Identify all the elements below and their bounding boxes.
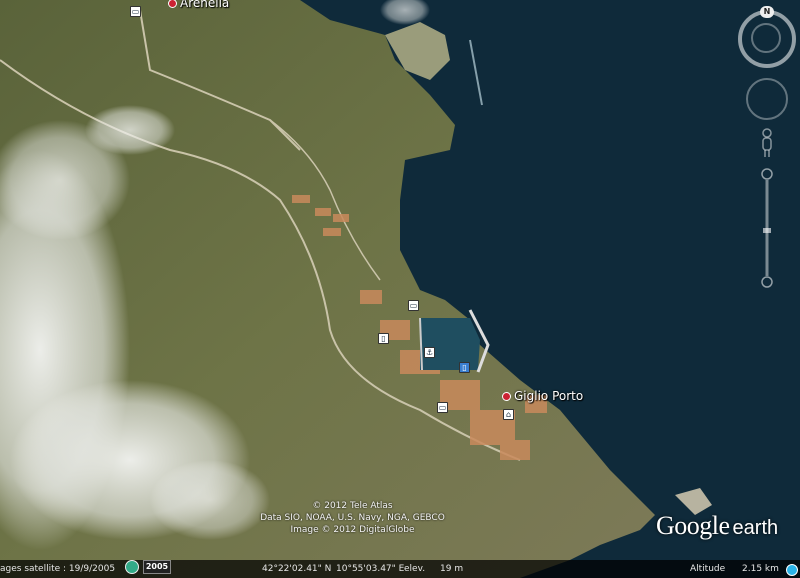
longitude: 10°55'03.47" E (336, 564, 405, 574)
bus-icon[interactable]: ▯ (378, 333, 389, 344)
pegman-icon[interactable] (760, 128, 774, 158)
attribution-line: Image © 2012 DigitalGlobe (290, 525, 415, 535)
place-label-arenella[interactable]: Arenella (168, 0, 229, 10)
historical-imagery-button[interactable]: 2005 (143, 560, 171, 574)
altitude-label: Altitude (690, 564, 726, 574)
harbor-icon[interactable]: ⚓ (424, 347, 435, 358)
google-earth-logo: Google earth (656, 511, 779, 540)
place-pin-icon (168, 0, 177, 8)
hotel-icon[interactable]: ▭ (408, 300, 419, 311)
status-bar: ages satellite : 19/9/2005 2005 42°22'02… (0, 560, 800, 578)
north-indicator[interactable]: N (760, 6, 774, 18)
move-joystick[interactable] (746, 78, 788, 120)
hotel-icon[interactable]: ▭ (130, 6, 141, 17)
altitude-value: 2.15 km (742, 564, 779, 574)
place-label-giglio-porto[interactable]: Giglio Porto (502, 389, 583, 403)
attribution: © 2012 Tele Atlas Data SIO, NOAA, U.S. N… (250, 500, 455, 536)
museum-icon[interactable]: ⌂ (503, 409, 514, 420)
attribution-line: © 2012 Tele Atlas (312, 501, 393, 511)
attribution-line: Data SIO, NOAA, U.S. Navy, NGA, GEBCO (260, 513, 445, 523)
status-indicator (786, 564, 798, 576)
zoom-slider-icon[interactable] (761, 168, 773, 288)
elevation-value: 19 m (440, 564, 464, 574)
look-joystick[interactable] (751, 23, 781, 53)
streaming-indicator (125, 560, 139, 574)
imagery-date: ages satellite : 19/9/2005 (0, 564, 116, 574)
navigation-controls[interactable]: N (728, 0, 800, 300)
latitude: 42°22'02.41" N (262, 564, 332, 574)
place-pin-icon (502, 392, 511, 401)
hotel-icon[interactable]: ▭ (437, 402, 448, 413)
satellite-imagery[interactable] (0, 0, 800, 578)
map-view[interactable]: Arenella Giglio Porto ▭ ▭ ▯ ⚓ ▯ ▭ ⌂ © 20… (0, 0, 800, 578)
bus-icon[interactable]: ▯ (459, 362, 470, 373)
elevation-label: elev. (404, 564, 426, 574)
